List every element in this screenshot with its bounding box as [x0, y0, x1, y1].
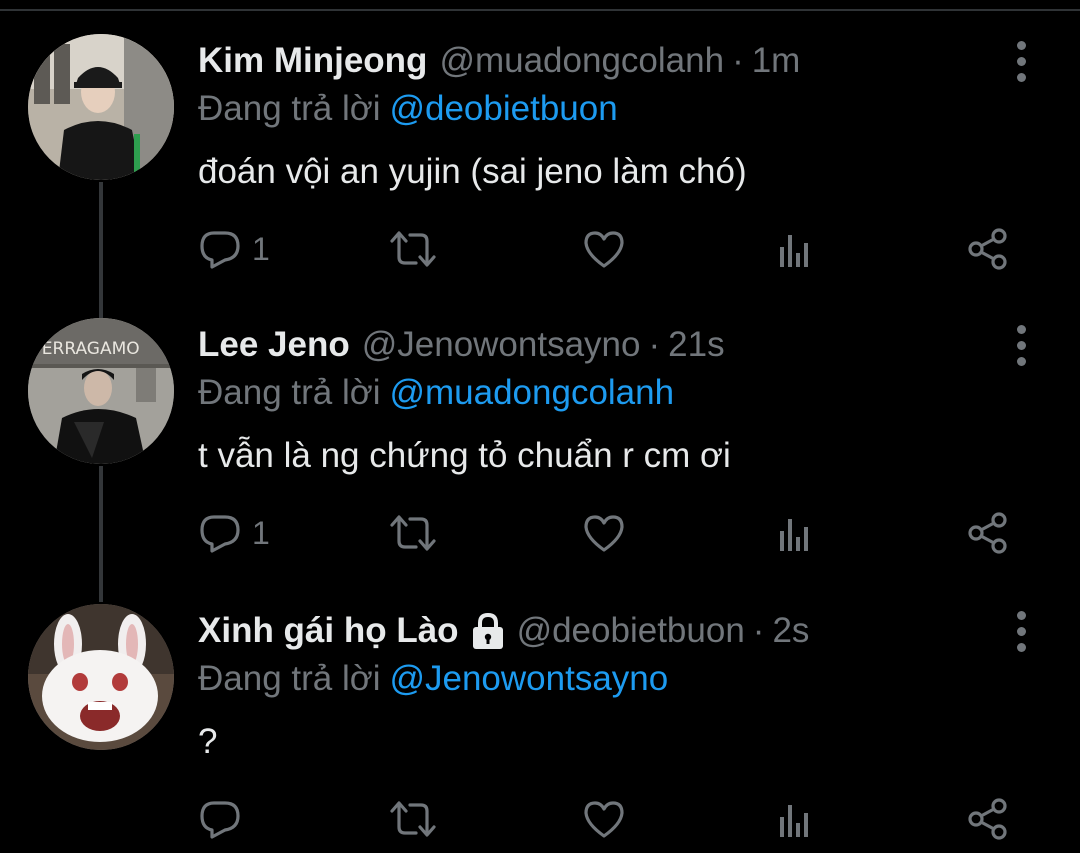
retweet-icon [390, 231, 436, 267]
tweet-text: đoán vội an yujin (sai jeno làm chó) [198, 152, 747, 191]
like-button[interactable] [582, 796, 626, 842]
replying-to: Đang trả lời @muadongcolanh [198, 370, 674, 416]
share-button[interactable] [966, 226, 1010, 272]
retweet-icon [390, 515, 436, 551]
more-icon-dot [1016, 72, 1026, 82]
tweet[interactable]: Xinh gái họ Lào @deobietbuon · 2s Đang t… [0, 570, 1080, 850]
replying-to: Đang trả lời @Jenowontsayno [198, 656, 668, 702]
share-button[interactable] [966, 510, 1010, 556]
like-icon [584, 231, 624, 268]
replying-to-label: Đang trả lời [198, 373, 381, 412]
avatar-sign-text: FERRAGAMO [32, 339, 140, 359]
more-icon-dot [1016, 642, 1026, 652]
lock-icon [472, 612, 503, 649]
avatar-photo: FERRAGAMO [28, 318, 174, 464]
tweet-header: Lee Jeno @Jenowontsayno · 21s [198, 322, 725, 368]
views-button[interactable] [774, 510, 818, 556]
reply-button[interactable]: 1 [198, 510, 270, 556]
reply-mention-link[interactable]: @muadongcolanh [389, 373, 674, 412]
retweet-button[interactable] [388, 510, 438, 556]
display-name[interactable]: Lee Jeno [198, 322, 350, 368]
tweet-text: ? [198, 722, 218, 761]
reply-button[interactable] [198, 796, 252, 842]
more-icon-dot [1016, 626, 1026, 636]
avatar-photo [28, 604, 174, 750]
more-icon-dot [1016, 340, 1026, 350]
timestamp[interactable]: 21s [668, 322, 724, 368]
views-button[interactable] [774, 796, 818, 842]
share-icon [968, 798, 1007, 840]
more-icon [1016, 610, 1026, 620]
user-handle[interactable]: @Jenowontsayno [362, 322, 641, 368]
avatar[interactable] [28, 34, 174, 180]
tweet-text: t vẫn là ng chứng tỏ chuẩn r cm ơi [198, 436, 731, 475]
tweet[interactable]: FERRAGAMO Lee Jeno @Jenowontsayno · 21s … [0, 284, 1080, 564]
like-icon [584, 515, 624, 552]
separator-dot: · [732, 41, 744, 80]
retweet-button[interactable] [388, 226, 438, 272]
more-options-button[interactable] [1002, 608, 1040, 654]
like-button[interactable] [582, 510, 626, 556]
retweet-button[interactable] [388, 796, 438, 842]
views-icon [780, 805, 808, 837]
share-icon [968, 228, 1007, 270]
more-icon [1016, 324, 1026, 334]
more-options-button[interactable] [1002, 322, 1040, 368]
reply-count: 1 [252, 514, 270, 551]
display-name[interactable]: Kim Minjeong [198, 38, 427, 84]
reply-icon [200, 231, 240, 269]
reply-mention-link[interactable]: @deobietbuon [389, 89, 617, 128]
tweet-header: Kim Minjeong @muadongcolanh · 1m [198, 38, 800, 84]
replying-to: Đang trả lời @deobietbuon [198, 86, 618, 132]
more-options-button[interactable] [1002, 38, 1040, 84]
replying-to-label: Đang trả lời [198, 659, 381, 698]
like-icon [584, 801, 624, 838]
views-icon [780, 235, 808, 267]
avatar-photo [28, 34, 174, 180]
timestamp[interactable]: 2s [772, 608, 809, 654]
avatar[interactable]: FERRAGAMO [28, 318, 174, 464]
reply-icon [200, 801, 240, 839]
views-icon [780, 519, 808, 551]
tweet[interactable]: Kim Minjeong @muadongcolanh · 1m Đang tr… [0, 0, 1080, 280]
share-button[interactable] [966, 796, 1010, 842]
views-button[interactable] [774, 226, 818, 272]
separator-dot: · [648, 325, 661, 364]
more-icon [1016, 40, 1026, 50]
avatar[interactable] [28, 604, 174, 750]
share-icon [968, 512, 1007, 554]
separator-dot: · [752, 611, 765, 650]
display-name[interactable]: Xinh gái họ Lào [198, 608, 459, 654]
like-button[interactable] [582, 226, 626, 272]
replying-to-label: Đang trả lời [198, 89, 381, 128]
reply-icon [200, 515, 240, 553]
reply-mention-link[interactable]: @Jenowontsayno [389, 659, 668, 698]
more-icon-dot [1016, 356, 1026, 366]
reply-count: 1 [252, 230, 270, 267]
timestamp[interactable]: 1m [752, 38, 801, 84]
reply-button[interactable]: 1 [198, 226, 270, 272]
tweet-header: Xinh gái họ Lào @deobietbuon · 2s [198, 608, 809, 654]
user-handle[interactable]: @deobietbuon [517, 608, 745, 654]
more-icon-dot [1016, 56, 1026, 66]
user-handle[interactable]: @muadongcolanh [439, 38, 724, 84]
retweet-icon [390, 801, 436, 837]
